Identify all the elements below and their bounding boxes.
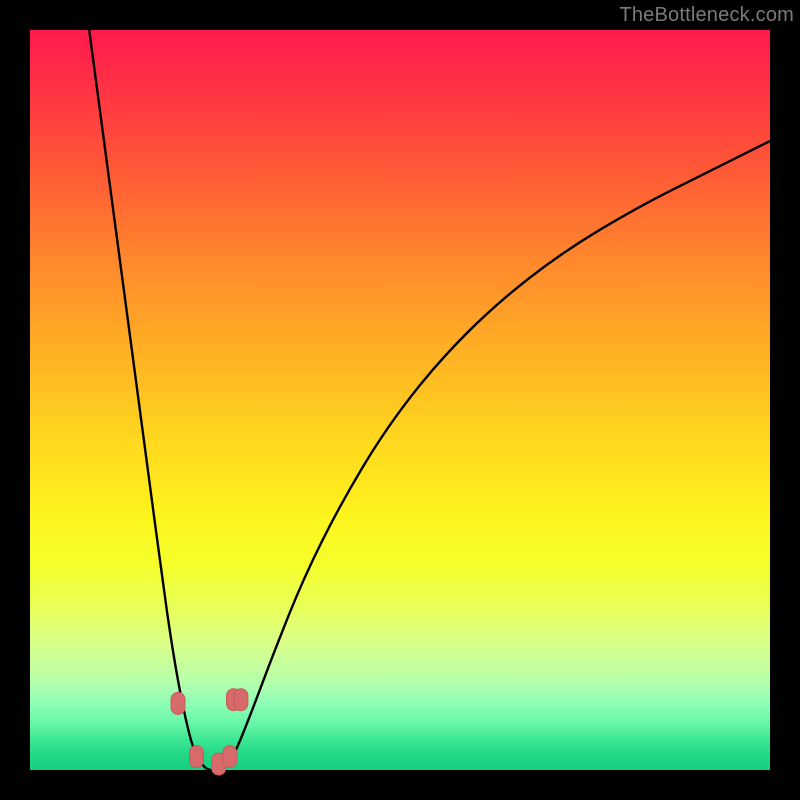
data-marker bbox=[190, 746, 204, 768]
data-marker bbox=[234, 689, 248, 711]
data-markers bbox=[171, 689, 248, 775]
data-marker bbox=[171, 692, 185, 714]
chart-frame: TheBottleneck.com bbox=[0, 0, 800, 800]
bottleneck-curve bbox=[89, 30, 770, 770]
watermark-text: TheBottleneck.com bbox=[619, 4, 794, 27]
data-marker bbox=[223, 746, 237, 768]
chart-svg bbox=[30, 30, 770, 770]
